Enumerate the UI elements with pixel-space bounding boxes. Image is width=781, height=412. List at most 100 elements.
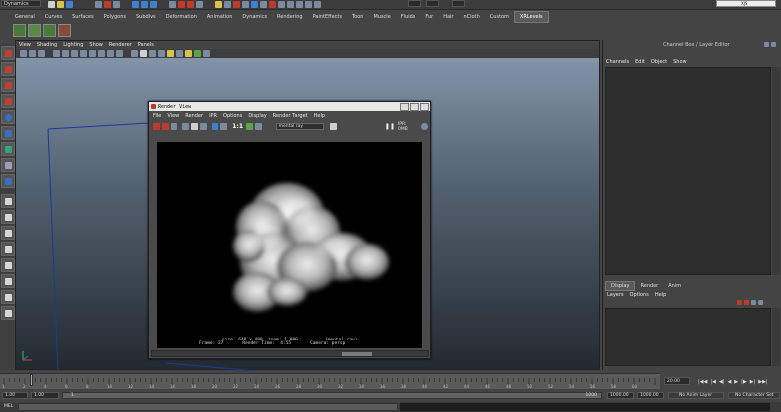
tool-icon-g[interactable]	[278, 0, 285, 8]
shelf-tab[interactable]: Fluids	[396, 12, 421, 22]
time-slider[interactable]: 1 2 4 6 8 10 12 14 16 18 20 22 24 26 28 …	[0, 373, 660, 389]
render-menu-item[interactable]: IPR	[209, 113, 217, 119]
layer-tab-render[interactable]: Render	[635, 282, 663, 290]
render-settings-shortcut-icon[interactable]	[330, 123, 337, 130]
numeric-input-field-2[interactable]	[426, 0, 439, 7]
manipulator-tool-icon[interactable]	[1, 142, 15, 156]
tool-icon-k[interactable]	[314, 0, 321, 8]
select-tool-icon[interactable]	[1, 46, 15, 60]
snapshot-icon[interactable]	[191, 123, 198, 130]
layer-menu-item[interactable]: Options	[630, 292, 649, 298]
tool-icon-d[interactable]	[251, 0, 258, 8]
top-right-status-box[interactable]: XJS	[716, 0, 776, 7]
channel-menu-item[interactable]: Show	[673, 59, 687, 65]
shelf-tab[interactable]: Hair	[438, 12, 458, 22]
layout-outliner-icon[interactable]	[1, 258, 15, 272]
tool-icon-a[interactable]	[224, 0, 231, 8]
layer-tab-display[interactable]: Display	[605, 281, 636, 291]
step-forward-key-icon[interactable]: ▶|	[750, 379, 756, 385]
scale-tool-icon[interactable]	[1, 126, 15, 140]
render-settings-icon[interactable]	[196, 0, 203, 8]
command-language-label[interactable]: MEL	[4, 404, 13, 409]
close-button[interactable]	[420, 103, 429, 111]
play-forwards-icon[interactable]: ▶	[734, 379, 738, 385]
open-scene-icon[interactable]	[57, 0, 64, 8]
layer-move-up-icon[interactable]	[751, 300, 756, 305]
numeric-input-field[interactable]	[408, 0, 421, 7]
shelf-tab[interactable]: Toon	[347, 12, 369, 22]
go-to-end-icon[interactable]: ▶▶|	[758, 379, 767, 385]
panel-float-icon[interactable]	[764, 42, 769, 47]
channel-icon[interactable]	[199, 123, 207, 130]
new-layer-selected-icon[interactable]	[744, 300, 749, 305]
tool-icon-c[interactable]	[242, 0, 249, 8]
shelf-tab[interactable]: PaintEffects	[308, 12, 347, 22]
refresh-ipr-icon[interactable]	[170, 123, 178, 130]
tool-icon-e[interactable]	[260, 0, 267, 8]
layer-tab-anim[interactable]: Anim	[663, 282, 686, 290]
history-icon[interactable]	[169, 0, 176, 8]
render-view-titlebar[interactable]: Render View	[149, 102, 430, 111]
render-canvas[interactable]: size: 640 x 480 zoom: 1.000 (mental ray)	[157, 142, 422, 343]
ratio-button[interactable]: 1:1	[232, 123, 243, 130]
shelf-tab[interactable]: Dynamics	[237, 12, 272, 22]
last-tool-icon[interactable]	[1, 158, 15, 172]
shelf-tab[interactable]: General	[10, 12, 40, 22]
redo-render-icon[interactable]	[153, 123, 160, 130]
ipr-render-icon[interactable]	[187, 0, 194, 8]
go-to-start-icon[interactable]: |◀◀	[698, 379, 707, 385]
shelf-tool-3-icon[interactable]	[43, 23, 56, 37]
shelf-tab-active[interactable]: XRLevels	[513, 11, 549, 23]
alpha-channel-icon[interactable]	[220, 123, 228, 130]
layer-menu-item[interactable]: Help	[655, 292, 666, 298]
shelf-tool-2-icon[interactable]	[28, 23, 41, 37]
scrollbar-thumb[interactable]	[342, 352, 372, 356]
minimize-button[interactable]	[400, 103, 409, 111]
layout-graph-icon[interactable]	[1, 274, 15, 288]
paint-select-tool-icon[interactable]	[1, 78, 15, 92]
render-frame-icon[interactable]	[178, 0, 185, 8]
shelf-tool-4-icon[interactable]	[58, 23, 71, 37]
move-tool-icon[interactable]	[1, 94, 15, 108]
lasso-tool-icon[interactable]	[1, 62, 15, 76]
new-layer-empty-icon[interactable]	[737, 300, 742, 305]
shelf-tab[interactable]: Custom	[485, 12, 514, 22]
ipr-icon[interactable]	[161, 123, 169, 130]
shelf-tool-1-icon[interactable]	[13, 23, 26, 37]
snap-grid-icon[interactable]	[132, 0, 139, 8]
remove-image-icon[interactable]	[254, 123, 262, 130]
select-object-icon[interactable]	[104, 0, 111, 8]
tool-icon-j[interactable]	[305, 0, 312, 8]
anim-start-field[interactable]: 1.00	[2, 392, 28, 399]
range-slider[interactable]: 1 1000	[62, 392, 602, 399]
shelf-tab[interactable]: Polygons	[99, 12, 131, 22]
tool-icon-i[interactable]	[296, 0, 303, 8]
playback-start-field[interactable]: 1.00	[31, 392, 59, 399]
layer-list-scrollbar[interactable]	[772, 308, 780, 366]
render-menu-item[interactable]: Help	[314, 113, 325, 119]
render-menu-item[interactable]: File	[153, 113, 161, 119]
layout-single-icon[interactable]	[1, 194, 15, 208]
shelf-tab[interactable]: Curves	[40, 12, 67, 22]
shelf-tab[interactable]: Rendering	[272, 12, 308, 22]
new-scene-icon[interactable]	[48, 0, 55, 8]
snap-point-icon[interactable]	[150, 0, 157, 8]
layout-split-icon[interactable]	[1, 226, 15, 240]
panel-close-icon[interactable]	[771, 42, 776, 47]
character-set-dropdown[interactable]: No Character Set	[728, 392, 780, 399]
keep-image-icon[interactable]	[246, 123, 253, 130]
color-channel-icon[interactable]	[211, 123, 219, 130]
render-menu-item[interactable]: Render Target	[273, 113, 308, 119]
step-forward-frame-icon[interactable]: |▶	[741, 379, 747, 385]
tool-icon-h[interactable]	[287, 0, 294, 8]
hypershade-icon[interactable]	[215, 0, 222, 8]
menu-set-dropdown[interactable]: Dynamics	[1, 0, 41, 7]
anim-end-field[interactable]: 1000.00	[637, 392, 664, 399]
save-scene-icon[interactable]	[66, 0, 73, 8]
render-view-scrollbar[interactable]	[151, 350, 429, 357]
channel-box-scrollbar[interactable]	[772, 67, 780, 275]
tool-icon-f[interactable]	[269, 0, 276, 8]
anim-layer-dropdown[interactable]: No Anim Layer	[668, 392, 724, 399]
shelf-tab[interactable]: Deformation	[161, 12, 202, 22]
render-menu-item[interactable]: Options	[223, 113, 242, 119]
